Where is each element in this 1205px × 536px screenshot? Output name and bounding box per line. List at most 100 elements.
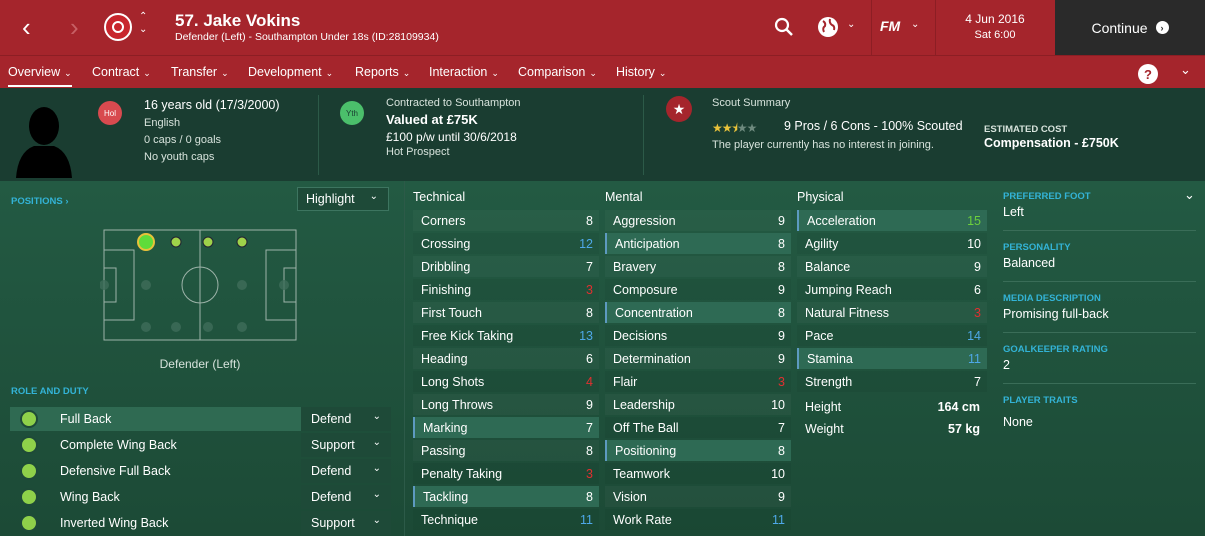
attribute-row[interactable]: Long Throws 9 (413, 394, 599, 415)
fm-menu-label[interactable]: FM (880, 18, 900, 34)
attribute-name: Crossing (421, 236, 471, 251)
tab-interaction[interactable]: Interaction ⌄ (429, 65, 499, 79)
attribute-row[interactable]: Flair 3 (605, 371, 791, 392)
attribute-row[interactable]: Penalty Taking 3 (413, 463, 599, 484)
attribute-row[interactable]: Marking 7 (413, 417, 599, 438)
collapse-chevron-icon[interactable]: ⌄ (1180, 62, 1191, 78)
role-row[interactable]: Full Back Defend ⌄ (10, 407, 391, 431)
role-icon (20, 488, 38, 506)
attribute-row[interactable]: Heading 6 (413, 348, 599, 369)
duty-dropdown[interactable]: Support ⌄ (301, 433, 391, 457)
help-icon[interactable]: ? (1138, 64, 1158, 84)
tab-contract[interactable]: Contract ⌄ (92, 65, 151, 79)
attribute-value: 8 (586, 213, 593, 228)
attribute-row[interactable]: Corners 8 (413, 210, 599, 231)
attribute-name: Determination (613, 351, 691, 366)
caps: 0 caps / 0 goals (144, 134, 222, 146)
tab-reports[interactable]: Reports ⌄ (355, 65, 410, 79)
tab-bar: Overview ⌄ Contract ⌄ Transfer ⌄ Developmen… (0, 55, 1205, 88)
attribute-row[interactable]: Natural Fitness 3 (797, 302, 987, 323)
scout-interest: The player currently has no interest in … (712, 139, 934, 151)
attribute-row[interactable]: Dribbling 7 (413, 256, 599, 277)
attribute-row[interactable]: Off The Ball 7 (605, 417, 791, 438)
attribute-row[interactable]: Bravery 8 (605, 256, 791, 277)
globe-icon[interactable] (817, 16, 839, 38)
tab-development[interactable]: Development ⌄ (248, 65, 333, 79)
attribute-row[interactable]: Vision 9 (605, 486, 791, 507)
role-name: Defensive Full Back (60, 464, 171, 478)
attribute-row[interactable]: Anticipation 8 (605, 233, 791, 254)
attribute-value: 7 (586, 259, 593, 274)
game-date[interactable]: 4 Jun 2016 Sat 6:00 (936, 11, 1054, 43)
role-row[interactable]: Defensive Full Back Defend ⌄ (10, 459, 391, 483)
club-badge-icon[interactable] (104, 13, 132, 41)
attribute-row[interactable]: Balance 9 (797, 256, 987, 277)
attribute-row[interactable]: Positioning 8 (605, 440, 791, 461)
fm-chevron-down-icon[interactable]: ⌄ (911, 19, 919, 30)
attribute-row[interactable]: Agility 10 (797, 233, 987, 254)
attribute-name: Flair (613, 374, 638, 389)
attribute-value: 10 (771, 466, 785, 481)
estimated-cost-label: ESTIMATED COST (984, 124, 1068, 135)
attribute-name: Teamwork (613, 466, 670, 481)
duty-dropdown[interactable]: Support ⌄ (301, 511, 391, 535)
attribute-name: Leadership (613, 397, 675, 412)
role-icon (20, 410, 38, 428)
attribute-row[interactable]: Passing 8 (413, 440, 599, 461)
attribute-row[interactable]: Jumping Reach 6 (797, 279, 987, 300)
attribute-row[interactable]: Decisions 9 (605, 325, 791, 346)
tab-transfer[interactable]: Transfer ⌄ (171, 65, 229, 79)
highlight-dropdown[interactable]: Highlight ⌄ (297, 187, 389, 211)
attribute-row[interactable]: Stamina 11 (797, 348, 987, 369)
attribute-row[interactable]: Free Kick Taking 13 (413, 325, 599, 346)
back-icon[interactable]: ‹ (22, 12, 31, 42)
duty-label: Support (311, 438, 355, 452)
wage: £100 p/w until 30/6/2018 (386, 130, 517, 144)
player-traits: None (1003, 415, 1033, 429)
tab-label: Contract (92, 65, 140, 79)
attribute-row[interactable]: Teamwork 10 (605, 463, 791, 484)
attribute-row[interactable]: Composure 9 (605, 279, 791, 300)
profile-chevron-icon[interactable]: ⌄ (1184, 187, 1195, 203)
role-row[interactable]: Complete Wing Back Support ⌄ (10, 433, 391, 457)
attribute-row[interactable]: Determination 9 (605, 348, 791, 369)
attribute-row[interactable]: Work Rate 11 (605, 509, 791, 530)
personality: Balanced (1003, 256, 1056, 270)
tab-history[interactable]: History ⌄ (616, 65, 666, 79)
search-icon[interactable] (774, 17, 794, 37)
attribute-row[interactable]: Leadership 10 (605, 394, 791, 415)
attribute-row[interactable]: Tackling 8 (413, 486, 599, 507)
scout-star-icon: ★ (666, 96, 692, 122)
attribute-row[interactable]: Finishing 3 (413, 279, 599, 300)
tab-comparison[interactable]: Comparison ⌄ (518, 65, 597, 79)
duty-dropdown[interactable]: Defend ⌄ (301, 485, 391, 509)
positions-label: POSITIONS (11, 196, 63, 207)
role-row[interactable]: Wing Back Defend ⌄ (10, 485, 391, 509)
attribute-row[interactable]: Concentration 8 (605, 302, 791, 323)
up-down-switch-icon[interactable]: ⌃ ⌄ (139, 10, 147, 36)
attribute-name: Tackling (423, 489, 469, 504)
attribute-value: 11 (968, 351, 981, 366)
tab-label: Transfer (171, 65, 218, 79)
attribute-value: 8 (778, 236, 785, 251)
duty-dropdown[interactable]: Defend ⌄ (301, 407, 391, 431)
attribute-row[interactable]: Acceleration 15 (797, 210, 987, 231)
tab-overview[interactable]: Overview ⌄ (8, 65, 72, 87)
yth-badge: Yth (340, 101, 364, 125)
role-row[interactable]: Inverted Wing Back Support ⌄ (10, 511, 391, 535)
positions-link[interactable]: POSITIONS › (11, 196, 69, 207)
globe-chevron-down-icon[interactable]: ⌄ (847, 19, 855, 30)
attribute-row[interactable]: First Touch 8 (413, 302, 599, 323)
attribute-row[interactable]: Aggression 9 (605, 210, 791, 231)
attribute-row[interactable]: Pace 14 (797, 325, 987, 346)
chevron-down-icon: ⌄ (369, 191, 378, 202)
attribute-row[interactable]: Technique 11 (413, 509, 599, 530)
attribute-name: Free Kick Taking (421, 328, 514, 343)
continue-button[interactable]: Continue › (1055, 0, 1205, 55)
attribute-row[interactable]: Strength 7 (797, 371, 987, 392)
attribute-row[interactable]: Long Shots 4 (413, 371, 599, 392)
attribute-name: Pace (805, 328, 834, 343)
attribute-row[interactable]: Crossing 12 (413, 233, 599, 254)
duty-dropdown[interactable]: Defend ⌄ (301, 459, 391, 483)
forward-icon[interactable]: › (70, 12, 79, 42)
